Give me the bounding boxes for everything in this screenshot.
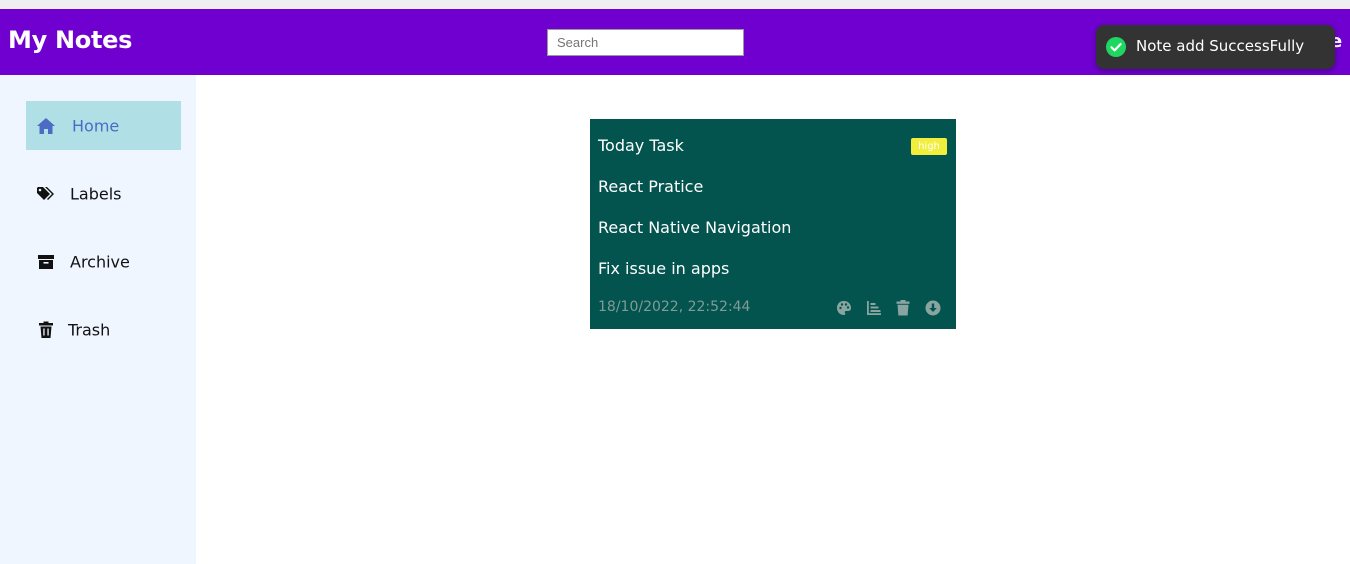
- note-line: React Pratice: [598, 177, 704, 196]
- chart-icon[interactable]: [865, 299, 883, 317]
- note-timestamp: 18/10/2022, 22:52:44: [598, 299, 751, 315]
- tag-icon: [36, 184, 56, 204]
- search-input[interactable]: [547, 29, 744, 56]
- priority-badge: high: [911, 138, 947, 155]
- sidebar-item-trash[interactable]: Trash: [26, 305, 181, 354]
- sidebar-item-label: Labels: [70, 184, 122, 203]
- trash-icon[interactable]: [894, 299, 912, 317]
- trash-icon: [36, 320, 56, 340]
- sidebar-item-labels[interactable]: Labels: [26, 169, 181, 218]
- browser-top-strip: [0, 0, 1350, 9]
- archive-icon: [36, 252, 56, 272]
- check-circle-icon: [1106, 37, 1126, 57]
- note-line: React Native Navigation: [598, 218, 792, 237]
- sidebar-item-home[interactable]: Home: [26, 101, 181, 150]
- sidebar-item-archive[interactable]: Archive: [26, 237, 181, 286]
- palette-icon[interactable]: [835, 299, 853, 317]
- download-icon[interactable]: [924, 299, 942, 317]
- sidebar: Home Labels Archive Trash: [0, 75, 196, 564]
- note-line: Fix issue in apps: [598, 259, 730, 278]
- sidebar-item-label: Trash: [68, 320, 111, 339]
- toast-notification[interactable]: Note add SuccessFully: [1096, 25, 1335, 69]
- toast-message: Note add SuccessFully: [1136, 37, 1305, 55]
- note-title: Today Task: [598, 136, 684, 155]
- note-card[interactable]: Today Task high React Pratice React Nati…: [590, 119, 956, 329]
- sidebar-item-label: Home: [72, 116, 120, 135]
- home-icon: [36, 116, 56, 136]
- app-title: My Notes: [8, 26, 133, 54]
- sidebar-item-label: Archive: [70, 252, 130, 271]
